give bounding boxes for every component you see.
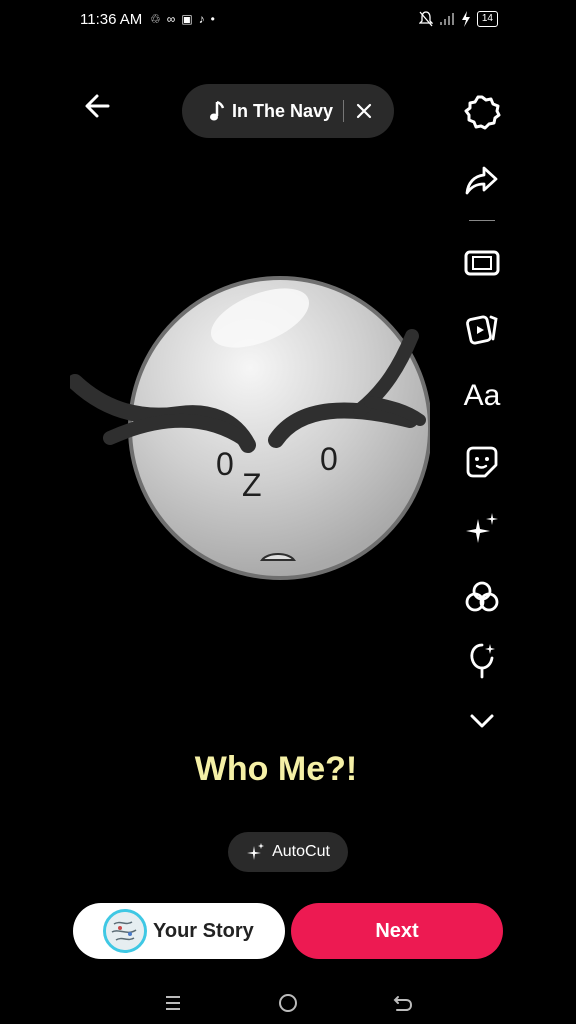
crop-button[interactable] <box>458 239 506 287</box>
share-icon <box>465 166 498 195</box>
home-circle-icon <box>279 994 297 1012</box>
status-icons-right: 14 <box>418 11 498 27</box>
caption-text[interactable]: Who Me?! <box>0 750 552 789</box>
text-button[interactable]: Aa <box>458 372 506 420</box>
voiceover-button[interactable] <box>458 637 506 685</box>
next-button[interactable]: Next <box>291 903 503 959</box>
sync-icon: ♲ <box>150 12 161 26</box>
crop-icon <box>464 250 500 276</box>
sound-title: In The Navy <box>232 100 334 121</box>
mute-icon <box>418 11 433 27</box>
arrow-left-icon <box>85 94 110 118</box>
charging-icon <box>461 11 470 27</box>
sticker-icon <box>466 446 498 478</box>
right-eye: 0 <box>320 441 338 477</box>
back-button[interactable] <box>78 86 118 126</box>
avatar <box>103 909 147 953</box>
clips-icon <box>466 315 498 345</box>
back-arrow-icon <box>393 996 413 1011</box>
your-story-button[interactable]: Your Story <box>73 903 285 959</box>
music-note-icon <box>200 84 236 138</box>
left-eye: 0 <box>216 446 234 482</box>
toolbar-separator <box>469 220 495 221</box>
autocut-button[interactable]: AutoCut <box>228 832 348 872</box>
your-story-label: Your Story <box>153 919 254 942</box>
autocut-label: AutoCut <box>272 843 330 860</box>
clips-button[interactable] <box>458 305 506 353</box>
system-back-button[interactable] <box>388 988 418 1018</box>
voiceover-icon <box>470 643 495 679</box>
filters-icon <box>465 581 499 612</box>
battery-indicator: 14 <box>476 11 498 27</box>
infinity-icon: ∞ <box>166 12 176 26</box>
more-tools-button[interactable] <box>458 697 506 745</box>
sparkle-icon <box>247 843 265 860</box>
character-sticker[interactable]: 0 Z 0 <box>67 270 432 590</box>
settings-button[interactable] <box>458 89 506 137</box>
text-icon: Aa <box>463 379 501 412</box>
snapchat-icon: ▣ <box>181 12 193 26</box>
character-drawing: 0 Z 0 <box>67 276 432 580</box>
tiktok-icon: ♪ <box>198 12 205 26</box>
sticker-button[interactable] <box>458 438 506 486</box>
sparkle-icon <box>466 513 498 543</box>
effects-button[interactable] <box>458 505 506 553</box>
close-icon <box>356 103 372 119</box>
chevron-down-icon <box>470 714 494 728</box>
settings-icon <box>464 95 501 130</box>
status-bar: 11:36 AM ♲ ∞ ▣ ♪ • 14 <box>0 0 576 40</box>
recents-button[interactable] <box>158 988 188 1018</box>
filters-button[interactable] <box>458 573 506 621</box>
remove-sound-button[interactable] <box>344 84 384 138</box>
sound-pill[interactable]: In The Navy <box>182 84 394 138</box>
share-button[interactable] <box>458 156 506 204</box>
status-time: 11:36 AM <box>80 11 143 28</box>
home-button[interactable] <box>273 988 303 1018</box>
system-nav-bar <box>0 980 576 1024</box>
status-icons-left: ♲ ∞ ▣ ♪ • <box>150 10 215 28</box>
signal-icon <box>439 13 454 25</box>
menu-icon <box>166 996 180 1010</box>
dot-icon: • <box>210 12 215 26</box>
next-label: Next <box>375 919 419 942</box>
face-z-mark: Z <box>242 467 262 503</box>
